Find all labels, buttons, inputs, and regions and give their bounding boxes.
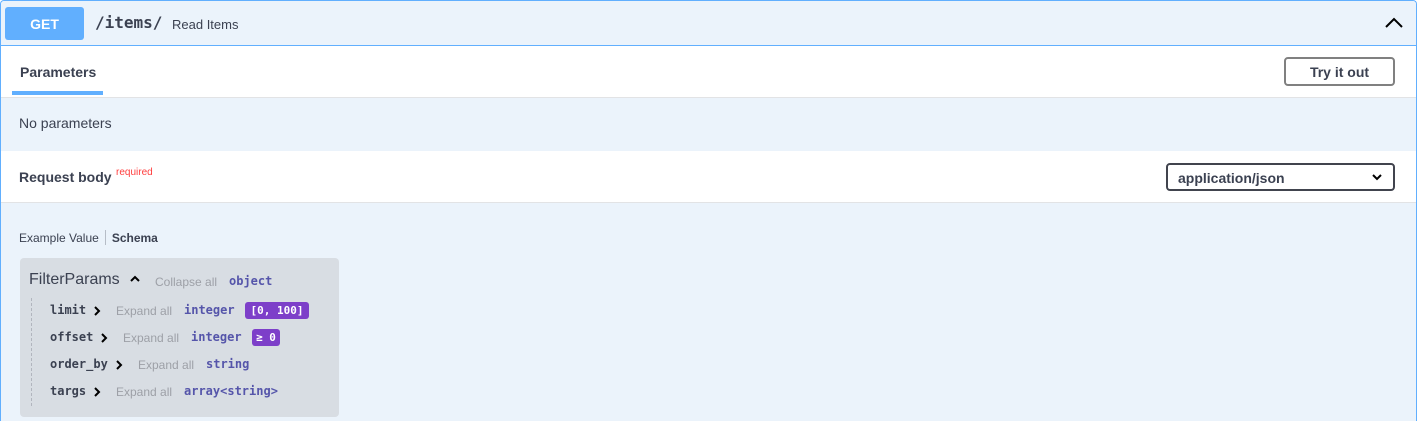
chevron-down-icon (1372, 174, 1382, 181)
property-type: integer (191, 330, 242, 344)
collapse-all-link[interactable]: Collapse all (155, 275, 217, 289)
tab-example-value[interactable]: Example Value (19, 231, 105, 245)
expand-all-link[interactable]: Expand all (138, 358, 194, 372)
property-name[interactable]: offset (50, 330, 93, 344)
chevron-up-icon (1385, 17, 1403, 28)
request-body-header: Request body required application/json (1, 151, 1416, 203)
collapse-operation-button[interactable] (1382, 11, 1406, 35)
property-type: integer (184, 303, 235, 317)
model-title[interactable]: FilterParams (29, 271, 120, 289)
example-tabs: Example Value Schema (19, 230, 158, 245)
property-name[interactable]: targs (50, 384, 86, 398)
chevron-right-icon[interactable] (93, 306, 101, 316)
content-type-value: application/json (1178, 170, 1285, 186)
tab-parameters[interactable]: Parameters (12, 46, 103, 95)
chevron-right-icon[interactable] (100, 333, 108, 343)
expand-all-link[interactable]: Expand all (116, 385, 172, 399)
model-type: object (229, 274, 273, 288)
property-type: string (206, 357, 250, 371)
property-type: array<string> (184, 384, 278, 398)
operation-description: Read Items (172, 17, 239, 32)
tab-parameters-label: Parameters (20, 64, 97, 80)
tab-divider (104, 230, 106, 245)
chevron-up-icon[interactable] (129, 274, 141, 284)
request-body-title: Request body (19, 169, 112, 185)
operation-block: GET /items/ Read Items Parameters Try it… (0, 0, 1417, 421)
expand-all-link[interactable]: Expand all (123, 331, 179, 345)
properties-guide-line (31, 298, 32, 406)
schema-model-box: FilterParams Collapse all object limit E… (20, 258, 339, 417)
parameters-header: Parameters Try it out (1, 46, 1416, 98)
property-name[interactable]: limit (50, 303, 86, 317)
content-type-select[interactable]: application/json (1166, 163, 1395, 191)
required-marker: required (116, 167, 153, 178)
operation-summary[interactable]: GET /items/ Read Items (1, 1, 1416, 46)
try-it-out-button[interactable]: Try it out (1284, 57, 1395, 86)
tab-schema[interactable]: Schema (112, 231, 158, 245)
constraint-badge: [0, 100] (245, 302, 309, 319)
chevron-right-icon[interactable] (115, 360, 123, 370)
method-badge: GET (5, 7, 84, 40)
expand-all-link[interactable]: Expand all (116, 304, 172, 318)
constraint-badge: ≥ 0 (252, 329, 280, 346)
operation-path: /items/ (95, 13, 163, 32)
chevron-right-icon[interactable] (93, 387, 101, 397)
property-name[interactable]: order_by (50, 357, 108, 371)
no-parameters-text: No parameters (19, 115, 112, 131)
